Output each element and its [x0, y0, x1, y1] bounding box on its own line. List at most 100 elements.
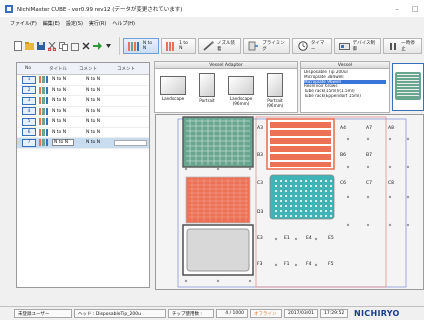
one-to-n-label: 1 to N — [179, 41, 188, 51]
priming-label: プライミング — [262, 41, 285, 52]
pause-label: 一時停止 — [401, 41, 415, 52]
delete-icon[interactable] — [82, 41, 90, 52]
row-title: N to N — [52, 87, 67, 93]
n-to-n-icon — [39, 97, 49, 105]
slot-label: F1 — [284, 262, 290, 267]
header-comment: コメント — [117, 66, 135, 72]
adapter-landscape[interactable]: Landscape — [157, 73, 189, 102]
row-number: 1 — [22, 75, 36, 84]
status-user: 未登録ユーザー — [14, 309, 72, 318]
row-title: N to N — [52, 98, 67, 104]
slot-label: A8 — [388, 126, 394, 131]
row-title: N to N — [52, 129, 67, 135]
nichiryo-logo: NICHIRYO — [354, 309, 400, 318]
cut-icon[interactable] — [48, 41, 56, 52]
minimize-icon[interactable]: – — [388, 0, 406, 17]
protocol-row[interactable]: 1 N to N N to N — [17, 75, 149, 86]
portrait-96-icon — [267, 73, 283, 97]
protocol-row[interactable]: 4 N to N N to N — [17, 107, 149, 117]
slot-label: E1 — [284, 236, 290, 241]
nozzle-mount-button[interactable]: ノズル装着 — [198, 38, 242, 54]
nozzle-mount-label: ノズル装着 — [217, 41, 235, 52]
green-microplate-slot-a3[interactable] — [182, 116, 254, 168]
priming-icon — [248, 41, 259, 52]
slot-label: C7 — [366, 181, 373, 186]
vessel-list[interactable]: Disposable Tip 200ul Microplate 384well … — [301, 69, 389, 100]
slot-label: E4 — [306, 236, 312, 241]
reservoir-slot-a4[interactable] — [266, 118, 335, 170]
paste-icon[interactable] — [71, 41, 79, 52]
device-control-button[interactable]: デバイス制御 — [333, 38, 381, 54]
open-folder-icon[interactable] — [25, 41, 34, 52]
menu-file[interactable]: ファイル(F) — [10, 20, 37, 29]
slot-label: E3 — [257, 236, 263, 241]
app-icon — [5, 4, 13, 13]
nozzle-icon — [203, 41, 214, 52]
adapter-portrait-96[interactable]: Portrait (96mm) — [259, 73, 291, 108]
row-comment: N to N — [86, 140, 101, 146]
slot-label: E5 — [328, 236, 334, 241]
row-title: N to N — [52, 119, 67, 125]
window-title: NichiMaster CUBE - ver0.99 rev12 (データが変更… — [17, 6, 183, 13]
row-comment: N to N — [86, 77, 101, 83]
status-bar: 未登録ユーザー ヘッド : DisposableTip_200u チップ使用数 … — [0, 306, 424, 320]
window-controls: – □ — [388, 0, 424, 17]
maximize-icon[interactable]: □ — [406, 0, 424, 17]
n-to-n-icon — [39, 107, 49, 115]
red-microplate-slot-c3[interactable] — [185, 176, 251, 224]
row-comment: N to N — [86, 108, 101, 114]
menu-run[interactable]: 実行(R) — [89, 20, 106, 29]
pause-button[interactable]: 一時停止 — [382, 38, 422, 54]
protocol-list-header: No タイトル コメント コメント — [17, 63, 149, 75]
timer-label: タイマー — [310, 41, 325, 52]
row-number: 7 — [22, 138, 36, 147]
adapter-portrait[interactable]: Portrait — [191, 73, 223, 104]
priming-button[interactable]: プライミング — [243, 38, 291, 54]
dropdown-arrow-icon[interactable] — [105, 41, 113, 52]
slot-label: A4 — [340, 126, 346, 131]
menu-settings[interactable]: 設定(S) — [66, 20, 83, 29]
row-number: 3 — [22, 96, 36, 105]
protocol-row[interactable]: 5 N to N N to N — [17, 117, 149, 128]
vessel-item[interactable]: Tube rack(Eppendorf 15ml) — [304, 94, 386, 99]
copy-icon[interactable] — [59, 41, 68, 52]
header-no: No — [25, 66, 32, 71]
deck-canvas — [177, 116, 410, 288]
protocol-row-selected[interactable]: 7 N to N N to N — [17, 138, 149, 149]
n-to-n-icon — [39, 86, 49, 94]
timer-button[interactable]: タイマー — [292, 38, 332, 54]
menu-bar: ファイル(F) 編集(E) 設定(S) 実行(R) ヘルプ(H) — [0, 20, 141, 29]
deck-layout: A3 B3 C3 D3 E3 F3 A4 A7 A8 B6 B7 C6 C7 C… — [155, 114, 424, 290]
protocol-row[interactable]: 3 N to N N to N — [17, 96, 149, 107]
one-to-n-button[interactable]: 1 to N — [160, 38, 196, 54]
row-comment-input[interactable] — [114, 139, 147, 146]
n-to-n-icon — [39, 118, 49, 126]
menu-help[interactable]: ヘルプ(H) — [112, 20, 135, 29]
menu-edit[interactable]: 編集(E) — [43, 20, 60, 29]
adapter-landscape-label: Landscape — [161, 96, 185, 101]
n-to-n-button[interactable]: N to N — [122, 38, 159, 54]
adapter-portrait-label: Portrait — [199, 98, 215, 103]
device-icon — [338, 41, 350, 52]
status-mode: オフライン — [250, 309, 282, 318]
vessel-adapter-title: Vessel Adapter — [155, 62, 297, 69]
cyan-microplate-slot-c4[interactable] — [269, 174, 335, 220]
row-title: N to N — [52, 77, 67, 83]
slot-label: A7 — [366, 126, 372, 131]
row-number: 4 — [22, 107, 36, 116]
new-file-icon[interactable] — [14, 41, 22, 52]
row-number: 2 — [22, 86, 36, 95]
vessel-title: Vessel — [301, 62, 389, 69]
n-to-n-label: N to N — [142, 41, 153, 51]
protocol-row[interactable]: 6 N to N N to N — [17, 128, 149, 138]
save-icon[interactable] — [37, 41, 45, 52]
protocol-row[interactable]: 2 N to N N to N — [17, 86, 149, 96]
adapter-landscape-96[interactable]: Landscape (96mm) — [225, 73, 257, 106]
slot-label: A3 — [257, 126, 263, 131]
grey-reservoir-slot-e3[interactable] — [182, 224, 254, 276]
row-title-input[interactable]: N to N — [52, 139, 74, 147]
landscape-icon — [160, 76, 186, 95]
arrow-right-icon[interactable] — [93, 41, 102, 52]
device-control-label: デバイス制御 — [352, 41, 376, 52]
row-comment: N to N — [86, 87, 101, 93]
